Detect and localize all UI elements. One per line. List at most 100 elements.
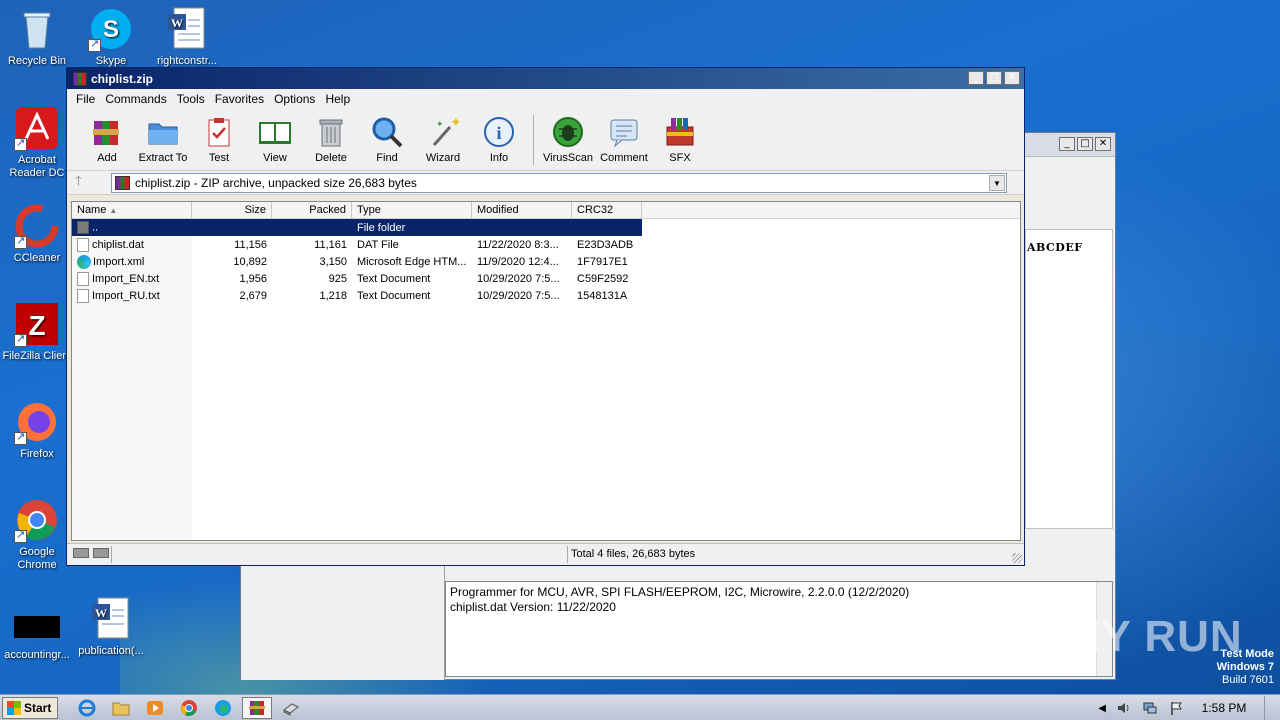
close-button[interactable]: ✕: [1095, 137, 1111, 151]
zip-archive-icon: [115, 175, 130, 190]
anyrun-watermark: ANY RUN: [1036, 612, 1243, 661]
ccleaner-icon: [14, 203, 60, 249]
close-button[interactable]: ✕: [1004, 71, 1020, 85]
up-arrow-icon[interactable]: 🡑: [75, 172, 111, 194]
info-button[interactable]: i Info: [471, 115, 527, 164]
chevron-down-icon[interactable]: ▼: [989, 174, 1005, 191]
network-icon[interactable]: [1142, 700, 1158, 716]
desktop-icon-filezilla[interactable]: Z FileZilla Client: [0, 301, 74, 363]
programmer-side-panel: [241, 565, 445, 680]
archive-path-box[interactable]: chiplist.zip - ZIP archive, unpacked siz…: [111, 172, 1007, 193]
add-button[interactable]: Add: [79, 115, 135, 164]
clock[interactable]: 1:58 PM: [1194, 701, 1254, 715]
sfx-label: SFX: [669, 152, 691, 164]
column-name-label: Name: [77, 204, 107, 216]
taskbar-programmer[interactable]: [276, 697, 306, 719]
action-center-flag-icon[interactable]: [1168, 700, 1184, 716]
table-row[interactable]: chiplist.dat 11,156 11,161 DAT File 11/2…: [72, 236, 642, 253]
sort-ascending-icon: ▲: [109, 206, 118, 215]
menu-options[interactable]: Options: [269, 90, 320, 108]
menu-favorites[interactable]: Favorites: [210, 90, 269, 108]
menu-file[interactable]: File: [71, 90, 100, 108]
table-row[interactable]: Import.xml 10,892 3,150 Microsoft Edge H…: [72, 253, 642, 270]
delete-button[interactable]: Delete: [303, 115, 359, 164]
column-modified[interactable]: Modified: [472, 202, 572, 219]
start-button[interactable]: Start: [2, 696, 59, 719]
maximize-button[interactable]: □: [986, 71, 1002, 85]
status-bar: Total 4 files, 26,683 bytes: [67, 543, 1024, 565]
desktop-icon-firefox[interactable]: Firefox: [0, 399, 74, 461]
row-type: Text Document: [357, 272, 431, 285]
row-type: Text Document: [357, 289, 431, 302]
find-button[interactable]: Find: [359, 115, 415, 164]
virusscan-label: VirusScan: [543, 152, 593, 164]
volume-icon[interactable]: [1116, 700, 1132, 716]
row-type: DAT File: [357, 238, 399, 251]
taskbar-ie[interactable]: [72, 697, 102, 719]
svg-text:Z: Z: [28, 310, 45, 341]
key-icon[interactable]: [93, 548, 109, 558]
taskbar: Start ◀ 1:58 PM: [0, 694, 1280, 720]
test-button[interactable]: Test: [191, 115, 247, 164]
view-button[interactable]: View: [247, 115, 303, 164]
table-row[interactable]: .. File folder: [72, 219, 642, 236]
drive-icon[interactable]: [73, 548, 89, 558]
taskbar-edge[interactable]: [208, 697, 238, 719]
taskbar-chrome[interactable]: [174, 697, 204, 719]
desktop-icon-accounting[interactable]: accountingr...: [0, 600, 74, 662]
file-list[interactable]: Name ▲ Size Packed Type Modified CRC32 .…: [71, 201, 1021, 541]
show-hidden-icons-icon[interactable]: ◀: [1098, 703, 1106, 714]
desktop-icon-label: CCleaner: [13, 252, 61, 264]
row-modified: 11/22/2020 8:3...: [477, 238, 559, 251]
sfx-button[interactable]: SFX: [652, 115, 708, 164]
comment-button[interactable]: Comment: [596, 115, 652, 164]
log-output[interactable]: Programmer for MCU, AVR, SPI FLASH/EEPRO…: [445, 581, 1113, 677]
watermark-line: Windows 7: [1216, 661, 1274, 673]
desktop-icon-publication[interactable]: W publication(...: [74, 596, 148, 658]
menu-tools[interactable]: Tools: [172, 90, 210, 108]
column-size[interactable]: Size: [192, 202, 272, 219]
table-row[interactable]: Import_RU.txt 2,679 1,218 Text Document …: [72, 287, 642, 304]
column-headers: Name ▲ Size Packed Type Modified CRC32: [72, 202, 1020, 219]
column-name[interactable]: Name ▲: [72, 202, 192, 219]
desktop-icon-label: Google Chrome: [17, 546, 57, 571]
chrome-icon: [181, 699, 198, 716]
taskbar-media-player[interactable]: [140, 697, 170, 719]
maximize-button[interactable]: □: [1077, 137, 1093, 151]
wizard-button[interactable]: ✦ ✦ Wizard: [415, 115, 471, 164]
text-file-icon: [77, 271, 89, 286]
winrar-window[interactable]: chiplist.zip _ □ ✕ File Commands Tools F…: [66, 67, 1025, 566]
filezilla-icon: Z: [14, 301, 60, 347]
desktop-icon-acrobat[interactable]: Acrobat Reader DC: [0, 105, 74, 180]
word-document-icon: W: [88, 596, 134, 642]
desktop-icon-recycle-bin[interactable]: Recycle Bin: [0, 6, 74, 68]
row-modified: 11/9/2020 12:4...: [477, 255, 559, 268]
minimize-button[interactable]: _: [1059, 137, 1075, 151]
desktop-icon-skype[interactable]: S Skype: [74, 6, 148, 68]
desktop-icon-ccleaner[interactable]: CCleaner: [0, 203, 74, 265]
comment-icon: [607, 115, 641, 149]
file-icon: [77, 237, 89, 252]
taskbar-explorer[interactable]: [106, 697, 136, 719]
virusscan-button[interactable]: VirusScan: [540, 115, 596, 164]
taskbar-winrar[interactable]: [242, 696, 273, 719]
svg-text:i: i: [496, 123, 501, 143]
desktop-icon-label: Firefox: [20, 448, 54, 460]
table-row[interactable]: Import_EN.txt 1,956 925 Text Document 10…: [72, 270, 642, 287]
row-name: Import_RU.txt: [92, 289, 160, 302]
resize-grip[interactable]: [1012, 553, 1022, 563]
menu-commands[interactable]: Commands: [100, 90, 171, 108]
column-crc32[interactable]: CRC32: [572, 202, 642, 219]
minimize-button[interactable]: _: [968, 71, 984, 85]
winrar-titlebar[interactable]: chiplist.zip _ □ ✕: [67, 68, 1024, 89]
desktop-icon-word-doc[interactable]: W rightconstr...: [150, 6, 224, 68]
menu-help[interactable]: Help: [320, 90, 355, 108]
hex-view-panel[interactable]: [1025, 229, 1113, 529]
show-desktop-button[interactable]: [1264, 696, 1272, 720]
extract-to-button[interactable]: Extract To: [135, 115, 191, 164]
extract-to-label: Extract To: [138, 152, 188, 164]
column-packed[interactable]: Packed: [272, 202, 352, 219]
column-type[interactable]: Type: [352, 202, 472, 219]
desktop-icon-chrome[interactable]: Google Chrome: [0, 497, 74, 572]
media-player-icon: [147, 700, 164, 715]
